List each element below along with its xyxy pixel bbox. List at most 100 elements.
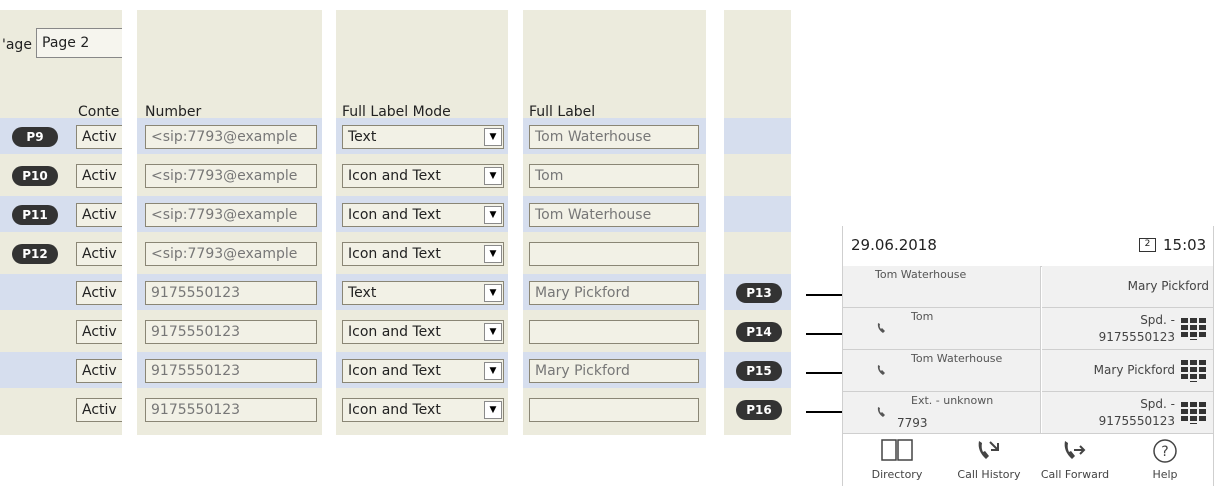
content-select[interactable]: Activ [76,398,122,422]
softkey-label: Call Forward [1040,468,1110,481]
number-header: Number [145,104,202,120]
phone-display: 29.06.2018 2 15:03 Tom Waterhouse Mary Pi… [842,226,1214,486]
label-mode-select[interactable]: Text [342,281,504,305]
call-history-icon [943,438,1035,466]
panel-label-mode: Full Label Mode Text ▼ Icon and Text ▼ Icon … [336,10,508,435]
left-sublabel: 7793 [897,416,928,430]
softkey-label: Directory [871,468,923,481]
phone-key-left[interactable]: Ext. - unknown 7793 [843,392,1041,434]
left-label: Ext. - unknown [911,394,994,407]
key-badge: P15 [736,361,782,381]
number-input[interactable]: 9175550123 [145,281,317,305]
content-select[interactable]: Activ [76,242,122,266]
content-select[interactable]: Activ [76,320,122,344]
phone-key-right[interactable]: Spd. - 9175550123 [1042,308,1213,350]
full-label-input[interactable]: Mary Pickford [529,359,699,383]
chevron-down-icon[interactable]: ▼ [484,284,502,302]
chevron-down-icon[interactable]: ▼ [484,323,502,341]
number-input[interactable]: 9175550123 [145,320,317,344]
full-label-input[interactable]: Tom Waterhouse [529,203,699,227]
key-badge: P12 [12,244,58,264]
time: 15:03 [1163,236,1207,254]
label-mode-value: Icon and Text [348,363,441,379]
label-mode-select[interactable]: Icon and Text [342,203,504,227]
right-sublabel: 9175550123 [1098,414,1175,428]
full-label-input[interactable]: Tom [529,164,699,188]
phone-key-right[interactable]: Mary Pickford [1042,350,1213,392]
call-forward-icon [1029,438,1121,466]
left-label: Tom Waterhouse [875,268,967,281]
panel-number: Number <sip:7793@example <sip:7793@exampl… [137,10,322,435]
right-label: Mary Pickford [1127,279,1209,293]
speed-dial-icon [1181,318,1207,343]
phone-key-left[interactable]: Tom [843,308,1041,350]
page-tab-label: Page 2 [42,35,90,51]
phone-icon [877,364,891,379]
page-label: 'age [2,37,32,53]
label-mode-value: Text [348,129,377,145]
chevron-down-icon[interactable]: ▼ [484,245,502,263]
content-select[interactable]: Activ [76,359,122,383]
help-icon: ? [1119,438,1211,466]
chevron-down-icon[interactable]: ▼ [484,401,502,419]
key-badge: P13 [736,283,782,303]
right-sublabel: 9175550123 [1098,330,1175,344]
right-label: Spd. - [1140,397,1175,411]
full-label-header: Full Label [529,104,596,120]
label-mode-select[interactable]: Icon and Text [342,359,504,383]
key-badge: P14 [736,322,782,342]
full-label-input[interactable]: Tom Waterhouse [529,125,699,149]
softkey-directory[interactable]: Directory [851,434,943,486]
phone-key-right[interactable]: Spd. - 9175550123 [1042,392,1213,434]
chevron-down-icon[interactable]: ▼ [484,128,502,146]
chevron-down-icon[interactable]: ▼ [484,167,502,185]
label-mode-select[interactable]: Text [342,125,504,149]
speed-dial-icon [1181,402,1207,427]
label-mode-select[interactable]: Icon and Text [342,320,504,344]
label-mode-select[interactable]: Icon and Text [342,164,504,188]
full-label-input[interactable] [529,242,699,266]
full-label-input[interactable] [529,320,699,344]
chevron-down-icon[interactable]: ▼ [484,206,502,224]
phone-icon [877,322,891,337]
label-mode-select[interactable]: Icon and Text [342,242,504,266]
svg-text:?: ? [1161,444,1168,460]
phone-key-left[interactable]: Tom Waterhouse [843,266,1041,308]
page-tab[interactable]: Page 2 [36,28,122,58]
panel-keys-2: P13 P14 P15 P16 [724,10,791,435]
label-mode-select[interactable]: Icon and Text [342,398,504,422]
number-input[interactable]: 9175550123 [145,398,317,422]
number-input[interactable]: <sip:7793@example [145,164,317,188]
number-input[interactable]: <sip:7793@example [145,242,317,266]
label-mode-value: Icon and Text [348,246,441,262]
softkey-call-forward[interactable]: Call Forward [1029,434,1121,486]
right-label: Spd. - [1140,313,1175,327]
softkey-label: Call History [957,468,1021,481]
softkey-call-history[interactable]: Call History [943,434,1035,486]
content-select[interactable]: Activ [76,164,122,188]
content-select[interactable]: Activ [76,281,122,305]
phone-key-left[interactable]: Tom Waterhouse [843,350,1041,392]
number-input[interactable]: <sip:7793@example [145,125,317,149]
label-mode-header: Full Label Mode [342,104,451,120]
key-badge: P9 [12,127,58,147]
number-input[interactable]: <sip:7793@example [145,203,317,227]
key-badge: P11 [12,205,58,225]
speed-dial-icon [1181,360,1207,385]
content-select[interactable]: Activ [76,203,122,227]
softkey-help[interactable]: ? Help [1119,434,1211,486]
full-label-input[interactable]: Mary Pickford [529,281,699,305]
phone-key-right[interactable]: Mary Pickford [1042,266,1213,308]
number-input[interactable]: 9175550123 [145,359,317,383]
panel-full-label: Full Label Tom Waterhouse Tom Tom Waterhou… [523,10,706,435]
line-number: 2 [1144,239,1151,249]
full-label-input[interactable] [529,398,699,422]
content-select[interactable]: Activ [76,125,122,149]
left-label: Tom Waterhouse [911,352,1003,365]
phone-icon [877,406,891,421]
label-mode-value: Icon and Text [348,324,441,340]
left-label: Tom [911,310,934,323]
key-badge: P16 [736,400,782,420]
right-label: Mary Pickford [1093,363,1175,377]
chevron-down-icon[interactable]: ▼ [484,362,502,380]
